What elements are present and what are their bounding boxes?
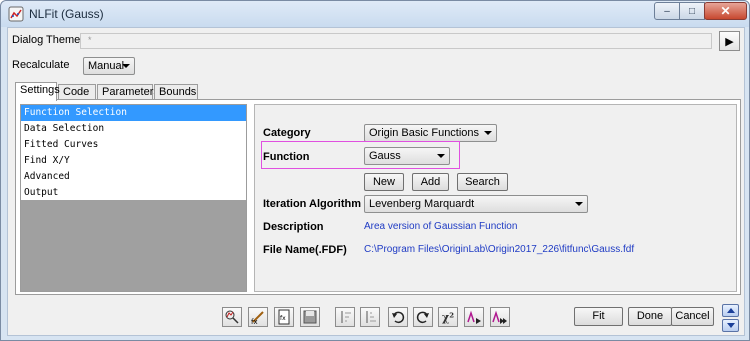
chevron-down-icon: [726, 323, 735, 328]
iteration-algorithm-dropdown[interactable]: Levenberg Marquardt: [364, 195, 588, 213]
description-value: Area version of Gaussian Function: [364, 221, 518, 232]
chevron-up-icon: [726, 308, 735, 313]
category-dropdown[interactable]: Origin Basic Functions: [364, 124, 497, 142]
recalculate-value: Manual: [88, 60, 125, 72]
function-selection-form: Category Origin Basic Functions Function…: [254, 104, 737, 292]
tree-item-function-selection[interactable]: Function Selection: [21, 105, 246, 121]
description-label: Description: [263, 221, 324, 233]
search-button[interactable]: Search: [457, 173, 508, 191]
chevron-down-icon: [575, 202, 583, 206]
close-icon: ✕: [720, 4, 731, 18]
fit-preview-icon: [225, 310, 239, 324]
function-dropdown[interactable]: Gauss: [364, 147, 450, 165]
new-button[interactable]: New: [364, 173, 404, 191]
reset-icon: [416, 311, 429, 324]
fit-preview-button[interactable]: [222, 307, 242, 327]
dialog-theme-label: Dialog Theme: [12, 34, 81, 46]
maximize-icon: □: [688, 5, 696, 17]
tree-item-output[interactable]: Output: [21, 185, 246, 201]
iteration-algorithm-value: Levenberg Marquardt: [369, 198, 475, 210]
fx-file-button[interactable]: fx: [274, 307, 294, 327]
reset-button[interactable]: [413, 307, 433, 327]
tree-item-data-selection[interactable]: Data Selection: [21, 121, 246, 137]
function-label: Function: [263, 151, 310, 163]
collapse-up-button[interactable]: [722, 304, 739, 317]
chevron-down-icon: [122, 64, 130, 68]
svg-text:fx: fx: [280, 315, 286, 322]
dialog-body: Dialog Theme * ▶ Recalculate Manual Sett…: [7, 27, 745, 336]
settings-tree: Function Selection Data Selection Fitted…: [20, 104, 247, 292]
add-button[interactable]: Add: [412, 173, 449, 191]
tab-bounds[interactable]: Bounds: [154, 84, 198, 100]
fx-edit-button[interactable]: fx: [248, 307, 268, 327]
sort-descending-button[interactable]: [360, 307, 380, 327]
sort-desc-icon: [366, 311, 376, 323]
window-title: NLFit (Gauss): [29, 7, 104, 21]
fx-edit-icon: fx: [251, 311, 264, 325]
one-iteration-icon: [467, 310, 481, 324]
minimize-button[interactable]: –: [654, 2, 680, 20]
minimize-icon: –: [664, 5, 670, 17]
fit-button[interactable]: Fit: [574, 307, 623, 326]
settings-tree-list: Function Selection Data Selection Fitted…: [21, 105, 246, 200]
one-iteration-button[interactable]: [464, 307, 484, 327]
maximize-button[interactable]: □: [679, 2, 705, 20]
undo-fit-icon: [392, 311, 405, 324]
sort-asc-icon: [341, 311, 351, 323]
file-name-value: C:\Program Files\OriginLab\Origin2017_22…: [364, 244, 635, 255]
dialog-theme-arrow-button[interactable]: ▶: [719, 31, 740, 51]
origin-app-icon: [8, 6, 24, 22]
tab-settings[interactable]: Settings: [15, 82, 60, 101]
tree-item-find-xy[interactable]: Find X/Y: [21, 153, 246, 169]
tree-item-fitted-curves[interactable]: Fitted Curves: [21, 137, 246, 153]
function-value: Gauss: [369, 150, 401, 162]
dialog-theme-input[interactable]: *: [80, 33, 712, 49]
chevron-down-icon: [437, 154, 445, 158]
chi-square-button[interactable]: χ²: [438, 307, 458, 327]
cancel-button[interactable]: Cancel: [671, 307, 714, 326]
category-value: Origin Basic Functions: [369, 127, 480, 139]
fit-until-converged-button[interactable]: [490, 307, 510, 327]
category-label: Category: [263, 127, 311, 139]
save-icon: [303, 310, 317, 324]
tree-item-advanced[interactable]: Advanced: [21, 169, 246, 185]
tab-parameters[interactable]: Parameters: [97, 84, 159, 100]
tab-code[interactable]: Code: [58, 84, 96, 100]
undo-fit-button[interactable]: [388, 307, 408, 327]
title-bar[interactable]: NLFit (Gauss) – □ ✕: [1, 1, 749, 27]
file-name-label: File Name(.FDF): [263, 244, 347, 256]
expand-down-button[interactable]: [722, 319, 739, 332]
sort-ascending-button[interactable]: [335, 307, 355, 327]
settings-panel: Function Selection Data Selection Fitted…: [15, 99, 741, 295]
close-button[interactable]: ✕: [704, 2, 747, 20]
chevron-down-icon: [484, 131, 492, 135]
recalculate-label: Recalculate: [12, 59, 70, 71]
recalculate-dropdown[interactable]: Manual: [83, 57, 135, 75]
nlfit-window: NLFit (Gauss) – □ ✕ Dialog Theme * ▶ Rec…: [0, 0, 750, 341]
chi-square-icon: χ²: [441, 310, 455, 324]
arrow-right-icon: ▶: [725, 35, 734, 48]
done-button[interactable]: Done: [628, 307, 672, 326]
iteration-algorithm-label: Iteration Algorithm: [263, 198, 361, 210]
svg-text:fx: fx: [251, 318, 258, 325]
fx-file-icon: fx: [278, 309, 290, 325]
fit-until-converged-icon: [492, 310, 507, 324]
save-button[interactable]: [300, 307, 320, 327]
